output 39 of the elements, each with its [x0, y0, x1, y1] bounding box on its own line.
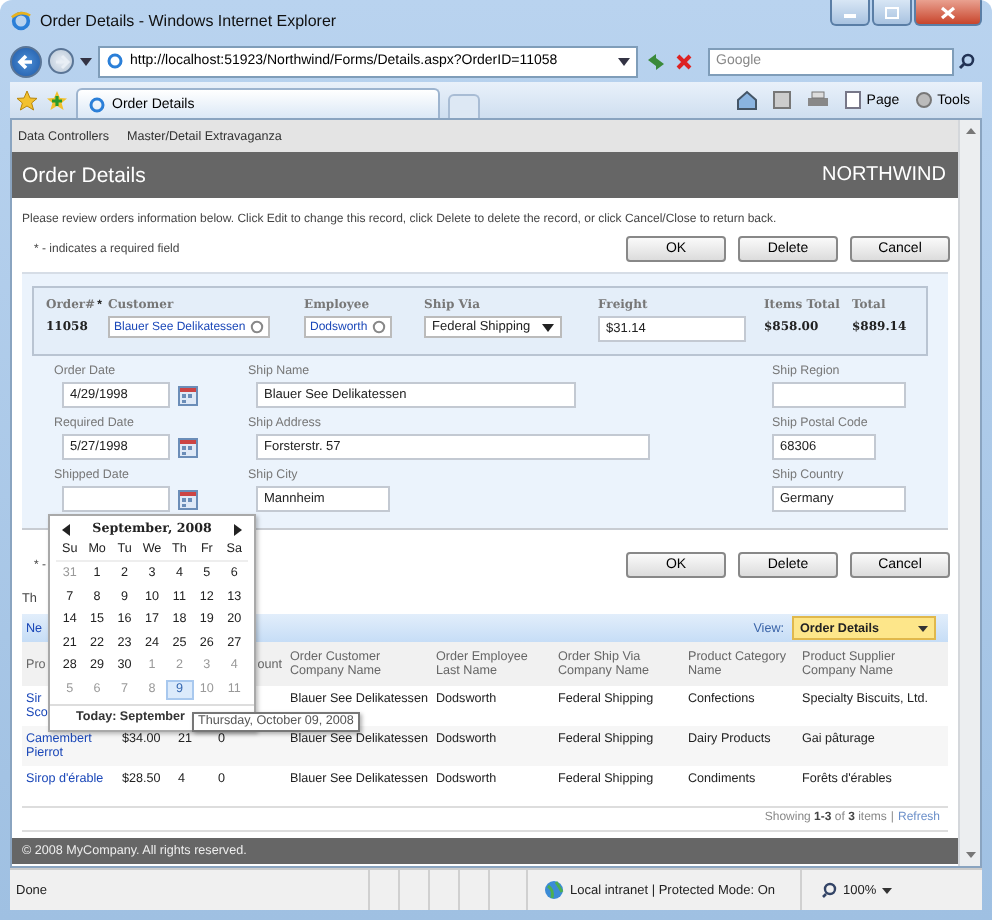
caret-icon[interactable]	[882, 887, 893, 893]
stop-icon[interactable]	[674, 51, 694, 71]
previous-month-icon[interactable]	[62, 523, 72, 535]
next-month-icon[interactable]	[232, 523, 242, 535]
close-button[interactable]	[914, 0, 982, 26]
window-title: Order Details - Windows Internet Explorer	[40, 11, 337, 29]
browser-logo-icon	[10, 9, 32, 31]
caret-icon[interactable]	[542, 323, 555, 331]
scroll-down-icon[interactable]	[965, 852, 975, 858]
forward-arrow-icon	[51, 51, 71, 71]
minimize-button[interactable]	[830, 0, 870, 26]
globe-icon	[544, 880, 564, 900]
maximize-button[interactable]	[872, 0, 912, 26]
search-icon[interactable]	[958, 52, 976, 70]
forward-button[interactable]	[48, 48, 74, 74]
page-title: Order Details	[22, 163, 146, 187]
caret-icon[interactable]	[80, 57, 92, 65]
text-field[interactable]	[772, 382, 906, 408]
calendar-icon[interactable]	[178, 437, 198, 457]
page-icon	[844, 90, 863, 110]
caret-icon[interactable]	[618, 57, 630, 65]
calendar-icon[interactable]	[178, 385, 198, 405]
browser-logo-icon	[88, 95, 106, 113]
browser-logo-icon	[106, 52, 124, 70]
star-icon[interactable]	[16, 89, 38, 111]
brand-name: NORTHWIND	[821, 164, 946, 186]
maximize-icon	[884, 5, 900, 19]
back-button[interactable]	[10, 45, 42, 77]
zoom-icon	[821, 882, 837, 898]
calendar-icon[interactable]	[178, 489, 198, 509]
close-icon	[940, 5, 956, 19]
date-field[interactable]	[62, 486, 170, 512]
caret-icon[interactable]	[918, 625, 928, 631]
scrollbar[interactable]	[958, 120, 980, 866]
add-favorite-icon[interactable]	[46, 89, 68, 111]
scroll-up-icon[interactable]	[965, 128, 975, 134]
print-icon[interactable]	[806, 90, 831, 110]
back-arrow-icon	[16, 51, 36, 71]
home-icon[interactable]	[736, 90, 759, 110]
